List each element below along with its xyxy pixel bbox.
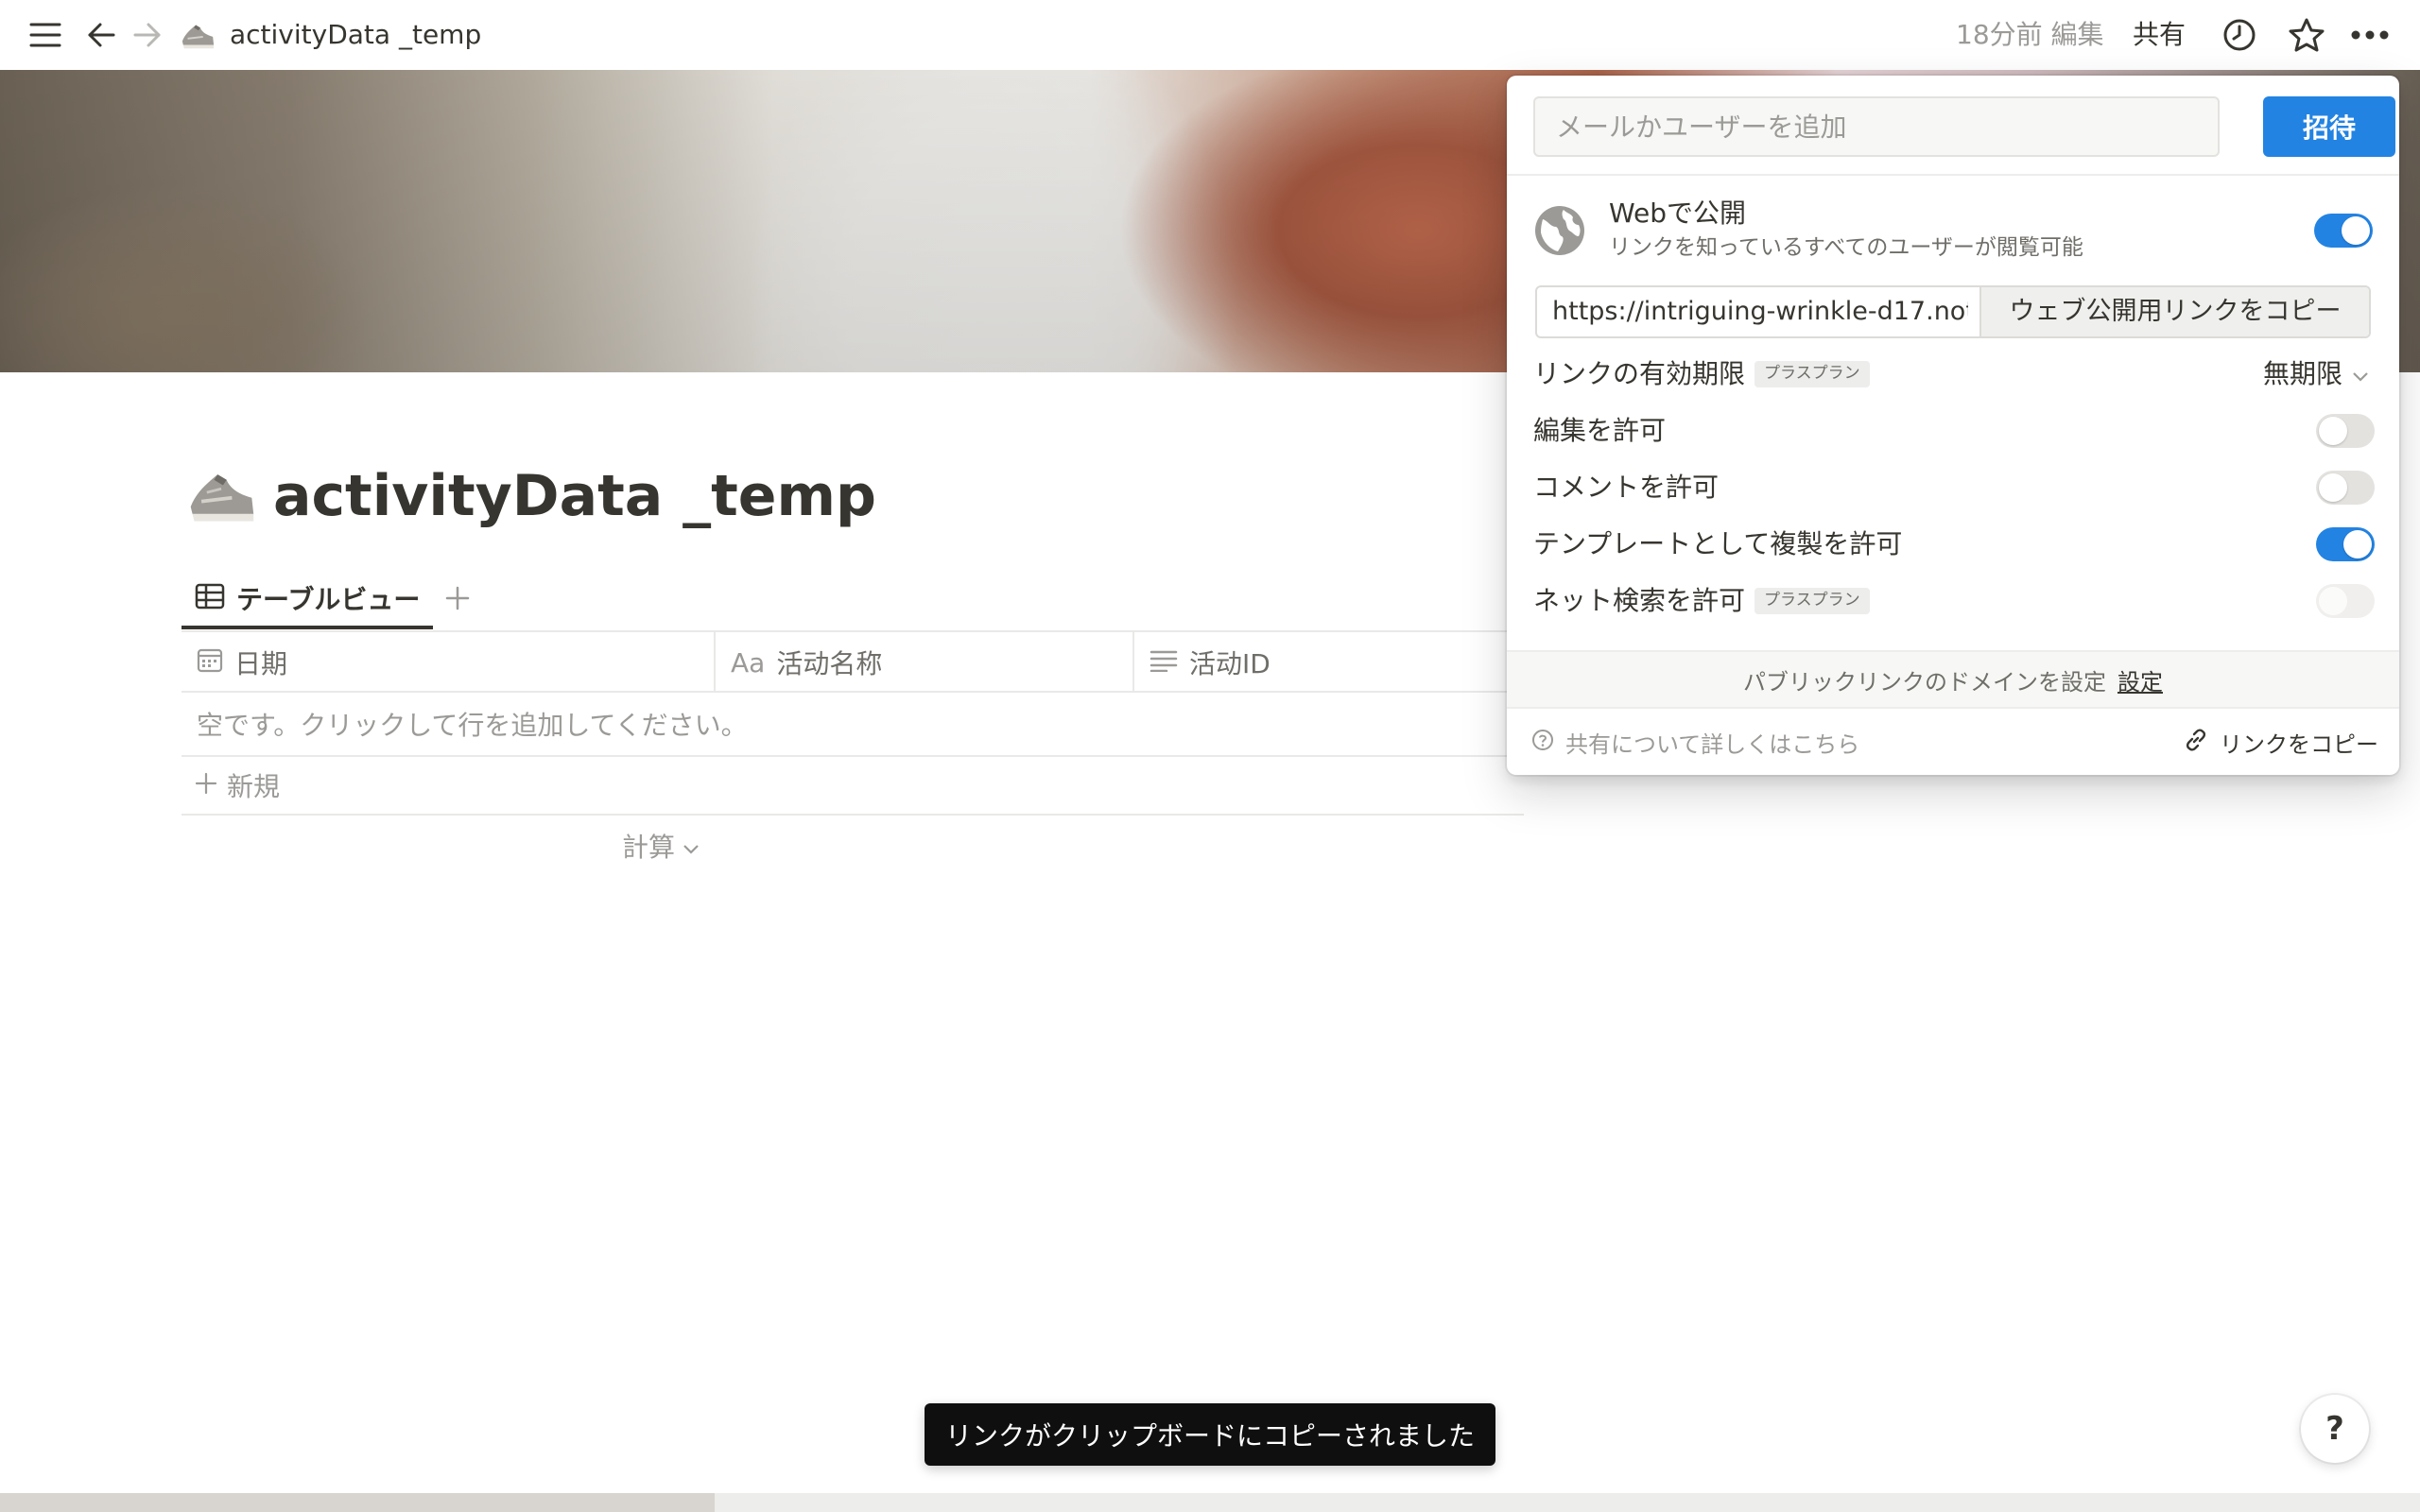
calculate-dropdown[interactable]: 計算 [622, 827, 700, 865]
link-expiry-select[interactable]: 無期限 [2263, 355, 2369, 393]
active-tab-underline [182, 626, 434, 629]
allow-edit-row: 編集を許可 [1533, 408, 2377, 454]
horizontal-scrollbar[interactable] [0, 1493, 2420, 1512]
allow-comment-label: コメントを許可 [1533, 472, 1720, 503]
copy-web-link-button[interactable]: ウェブ公開用リンクをコピー [1979, 287, 2369, 336]
last-edited-text: 18分前 編集 [1956, 19, 2104, 50]
column-header-activity-name[interactable]: Aa 活动名称 [716, 632, 1134, 693]
help-circle-icon [1531, 729, 1554, 757]
table-header: 日期 Aa 活动名称 活动ID [182, 630, 1524, 693]
allow-edit-toggle[interactable] [2316, 414, 2375, 448]
allow-duplicate-template-row: テンプレートとして複製を許可 [1533, 522, 2377, 567]
public-url-field: https://intriguing-wrinkle-d17.notion.si… [1535, 285, 2371, 338]
database-table: 日期 Aa 活动名称 活动ID 空です。クリックして行を追加してください。 新規 [182, 630, 1524, 816]
chevron-down-icon [683, 831, 700, 862]
help-button[interactable]: ? [2301, 1395, 2369, 1463]
column-header-date[interactable]: 日期 [182, 632, 716, 693]
page-icon[interactable] [185, 458, 257, 530]
domain-text: パブリックリンクのドメインを設定 [1743, 668, 2106, 696]
column-label: 活动名称 [776, 648, 883, 679]
publish-toggle[interactable] [2314, 214, 2373, 248]
chevron-down-icon [2352, 355, 2369, 393]
table-icon [195, 583, 225, 613]
ellipsis-icon[interactable] [2348, 13, 2392, 57]
tab-table-view[interactable]: テーブルビュー [182, 567, 434, 629]
expiry-value: 無期限 [2262, 358, 2342, 389]
new-row-label: 新規 [227, 771, 281, 802]
popover-footer: 共有について詳しくはこちら リンクをコピー [1507, 709, 2399, 775]
link-icon [2184, 728, 2208, 758]
link-expiry-label: リンクの有効期限 [1533, 358, 1746, 389]
clock-icon[interactable] [2218, 13, 2261, 57]
column-label: 活动ID [1189, 648, 1270, 679]
publish-subtitle: リンクを知っているすべてのユーザーが閲覧可能 [1609, 235, 2083, 260]
sneaker-emoji-icon[interactable] [180, 17, 216, 53]
allow-search-indexing-row: ネット検索を許可 プラスプラン [1533, 578, 2377, 624]
learn-more-label: 共有について詳しくはこちら [1565, 731, 1860, 758]
allow-duplicate-label: テンプレートとして複製を許可 [1533, 528, 1903, 559]
divider [1507, 174, 2399, 176]
breadcrumb-page-title[interactable]: activityData _temp [230, 17, 481, 53]
learn-more-link[interactable]: 共有について詳しくはこちら [1531, 726, 1859, 759]
hamburger-menu-icon[interactable] [24, 13, 67, 57]
share-button[interactable]: 共有 [2133, 17, 2186, 53]
text-aa-icon: Aa [731, 646, 766, 679]
scrollbar-thumb[interactable] [0, 1493, 715, 1512]
star-icon[interactable] [2285, 13, 2328, 57]
toggle-knob [2319, 417, 2347, 445]
top-bar: activityData _temp 18分前 編集 共有 [0, 0, 2420, 70]
domain-settings-link[interactable]: 設定 [2118, 663, 2163, 696]
new-row-button[interactable]: 新規 [182, 757, 1524, 816]
lines-icon [1150, 647, 1178, 679]
invite-email-input[interactable] [1533, 96, 2220, 157]
publish-to-web-row: Webで公開 リンクを知っているすべてのユーザーが閲覧可能 [1533, 195, 2377, 266]
view-tabs: テーブルビュー [182, 567, 476, 629]
allow-comment-row: コメントを許可 [1533, 465, 2377, 510]
toggle-knob [2342, 216, 2370, 245]
toast-notification: リンクがクリップボードにコピーされました [925, 1403, 1495, 1466]
toggle-knob [2319, 587, 2347, 615]
column-label: 日期 [234, 648, 288, 679]
column-header-activity-id[interactable]: 活动ID [1134, 632, 1524, 693]
toggle-knob [2343, 530, 2372, 558]
link-expiry-row: リンクの有効期限 プラスプラン 無期限 [1533, 352, 2377, 397]
allow-edit-label: 編集を許可 [1533, 415, 1667, 446]
option-label: リンクの有効期限 プラスプラン [1533, 355, 1870, 393]
page-title[interactable]: activityData _temp [273, 458, 876, 534]
invite-button[interactable]: 招待 [2263, 96, 2395, 157]
arrow-right-icon[interactable] [126, 13, 169, 57]
plus-plan-badge: プラスプラン [1754, 361, 1870, 387]
tab-label: テーブルビュー [236, 584, 421, 615]
copy-link-button[interactable]: リンクをコピー [2184, 726, 2378, 759]
allow-comment-toggle[interactable] [2316, 471, 2375, 505]
plus-plan-badge: プラスプラン [1754, 588, 1870, 614]
toggle-knob [2319, 473, 2347, 502]
allow-duplicate-toggle[interactable] [2316, 527, 2375, 561]
publish-title: Webで公開 [1609, 198, 1747, 229]
plus-icon [195, 770, 217, 801]
invite-row: 招待 [1533, 96, 2395, 157]
globe-icon [1533, 204, 1586, 257]
public-domain-band: パブリックリンクのドメインを設定 設定 [1507, 650, 2399, 709]
copy-link-label: リンクをコピー [2220, 731, 2378, 758]
add-view-plus-icon[interactable] [439, 579, 476, 617]
option-label: ネット検索を許可 プラスプラン [1533, 582, 1870, 620]
arrow-left-icon[interactable] [79, 13, 123, 57]
empty-table-row[interactable]: 空です。クリックして行を追加してください。 [182, 693, 1524, 757]
share-popover: 招待 Webで公開 リンクを知っているすべてのユーザーが閲覧可能 https:/… [1507, 76, 2399, 775]
public-url-text[interactable]: https://intriguing-wrinkle-d17.notion.si… [1552, 287, 1968, 336]
search-indexing-label: ネット検索を許可 [1533, 585, 1746, 616]
calc-label: 計算 [622, 832, 676, 863]
search-indexing-toggle[interactable] [2316, 584, 2375, 618]
calendar-icon [197, 646, 223, 679]
